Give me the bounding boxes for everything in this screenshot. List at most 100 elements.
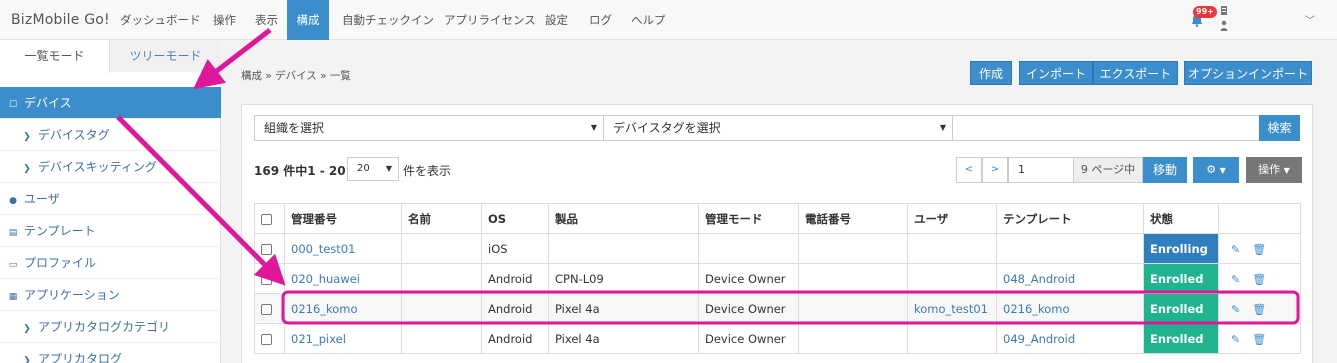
sidebar: 一覧モード ツリーモード ☐ デバイス ❯ デバイスタグ ❯ デバイスキッティング ●… [0,40,221,363]
go-button[interactable]: 移動 [1143,157,1187,183]
sidebar-item-app-catalog-category[interactable]: ❯ アプリカタログカテゴリ [0,311,221,343]
nav-dashboard[interactable]: ダッシュボード [120,0,201,40]
template-link[interactable] [996,233,1144,264]
create-button[interactable]: 作成 [970,61,1012,85]
sidebar-item-label: アプリケーション [24,288,120,302]
trash-icon[interactable]: 🗑 [1252,303,1266,316]
per-page-select[interactable]: 20 ▼ [347,157,399,181]
column-header[interactable]: 管理番号 [284,203,402,234]
select-all-checkbox-cell[interactable] [254,203,285,234]
square-icon: ☐ [8,100,18,110]
next-page-button[interactable]: > [982,157,1008,183]
cell-os: iOS [481,233,549,264]
trash-icon[interactable]: 🗑 [1252,243,1266,256]
cell-mode: Device Owner [698,323,799,354]
sidebar-item-users[interactable]: ● ユーザ [0,183,221,215]
sidebar-item-label: デバイスタグ [38,128,110,142]
trash-icon[interactable]: 🗑 [1252,273,1266,286]
column-header[interactable]: 状態 [1143,203,1219,234]
sidebar-item-applications[interactable]: ▦ アプリケーション [0,279,221,311]
search-button[interactable]: 検索 [1259,115,1300,141]
nav-operation[interactable]: 操作 [213,0,236,40]
brand-logo[interactable]: BizMobile Go! [11,12,110,28]
row-checkbox[interactable] [261,273,272,285]
row-checkbox-cell[interactable] [254,263,285,294]
column-header[interactable]: テンプレート [996,203,1144,234]
template-link[interactable]: 049_Android [996,323,1144,354]
row-checkbox-cell[interactable] [254,293,285,324]
select-all-checkbox[interactable] [261,213,272,225]
cell-phone [798,233,908,264]
status-badge: Enrolling [1143,233,1219,264]
import-button[interactable]: インポート [1019,61,1093,85]
row-actions: ✎ 🗑 [1218,323,1301,354]
sidebar-item-templates[interactable]: ▤ テンプレート [0,215,221,247]
table-row: 020_huawei Android CPN-L09 Device Owner … [254,263,1301,294]
sidebar-item-devices[interactable]: ☐ デバイス [0,87,221,119]
table-row: 000_test01 iOS Enrolling ✎ 🗑 [254,233,1301,264]
sidebar-item-profiles[interactable]: ▭ プロファイル [0,247,221,279]
nav-help[interactable]: ヘルプ [631,0,666,40]
settings-dropdown-button[interactable]: ⚙ ▼ [1193,157,1239,183]
template-link[interactable]: 0216_komo [996,293,1144,324]
column-header[interactable]: 名前 [401,203,482,234]
cell-phone [798,263,908,294]
option-import-button[interactable]: オプションインポート [1184,61,1312,85]
row-checkbox[interactable] [261,333,272,345]
sidebar-item-label: アプリカタログ [38,352,123,363]
cell-product: CPN-L09 [548,263,699,294]
nav-view[interactable]: 表示 [255,0,278,40]
sidebar-item-app-catalog[interactable]: ❯ アプリカタログ [0,343,221,363]
chevron-right-icon: ❯ [23,356,31,363]
user-link[interactable] [907,233,997,264]
user-link[interactable] [907,323,997,354]
sidebar-item-label: ユーザ [24,192,60,206]
cell-os: Android [481,263,549,294]
nav-settings[interactable]: 設定 [545,0,568,40]
column-header[interactable]: 製品 [548,203,699,234]
status-badge: Enrolled [1143,263,1219,294]
device-id-link[interactable]: 021_pixel [284,323,402,354]
row-checkbox[interactable] [261,303,272,315]
device-id-link[interactable]: 0216_komo [284,293,402,324]
search-input[interactable] [952,115,1260,141]
sidebar-item-label: デバイス [24,96,72,110]
trash-icon[interactable]: 🗑 [1252,333,1266,346]
user-link[interactable]: komo_test01 [907,293,997,324]
tag-select[interactable]: デバイスタグを選択 ▼ [603,115,953,141]
device-id-link[interactable]: 000_test01 [284,233,402,264]
export-button[interactable]: エクスポート [1093,61,1178,85]
row-checkbox-cell[interactable] [254,323,285,354]
sidebar-item-device-kitting[interactable]: ❯ デバイスキッティング [0,151,221,183]
nav-app-license[interactable]: アプリライセンス [444,0,536,40]
nav-configuration[interactable]: 構成 [287,0,329,40]
cell-name [401,233,482,264]
org-select-value: 組織を選択 [264,121,325,135]
edit-icon[interactable]: ✎ [1231,333,1240,346]
operation-dropdown-button[interactable]: 操作 ▼ [1246,157,1302,183]
device-id-link[interactable]: 020_huawei [284,263,402,294]
user-menu-icon[interactable] [1219,6,1229,32]
edit-icon[interactable]: ✎ [1231,303,1240,316]
user-link[interactable] [907,263,997,294]
template-link[interactable]: 048_Android [996,263,1144,294]
sidebar-item-device-tags[interactable]: ❯ デバイスタグ [0,119,221,151]
column-header[interactable]: ユーザ [907,203,997,234]
tab-list-mode[interactable]: 一覧モード [0,40,110,73]
page-number-input[interactable]: 1 [1008,157,1074,183]
edit-icon[interactable]: ✎ [1231,243,1240,256]
org-select[interactable]: 組織を選択 ▼ [254,115,604,141]
chevron-down-icon[interactable]: ﹀ [1305,12,1315,27]
nav-log[interactable]: ログ [589,0,612,40]
column-header[interactable]: 電話番号 [798,203,908,234]
table-row: 021_pixel Android Pixel 4a Device Owner … [254,323,1301,354]
prev-page-button[interactable]: < [956,157,982,183]
row-actions: ✎ 🗑 [1218,263,1301,294]
row-checkbox-cell[interactable] [254,233,285,264]
column-header[interactable]: 管理モード [698,203,799,234]
nav-auto-checkin[interactable]: 自動チェックイン [342,0,434,40]
row-checkbox[interactable] [261,243,272,255]
column-header[interactable]: OS [481,203,549,234]
edit-icon[interactable]: ✎ [1231,273,1240,286]
tab-tree-mode[interactable]: ツリーモード [110,40,221,72]
